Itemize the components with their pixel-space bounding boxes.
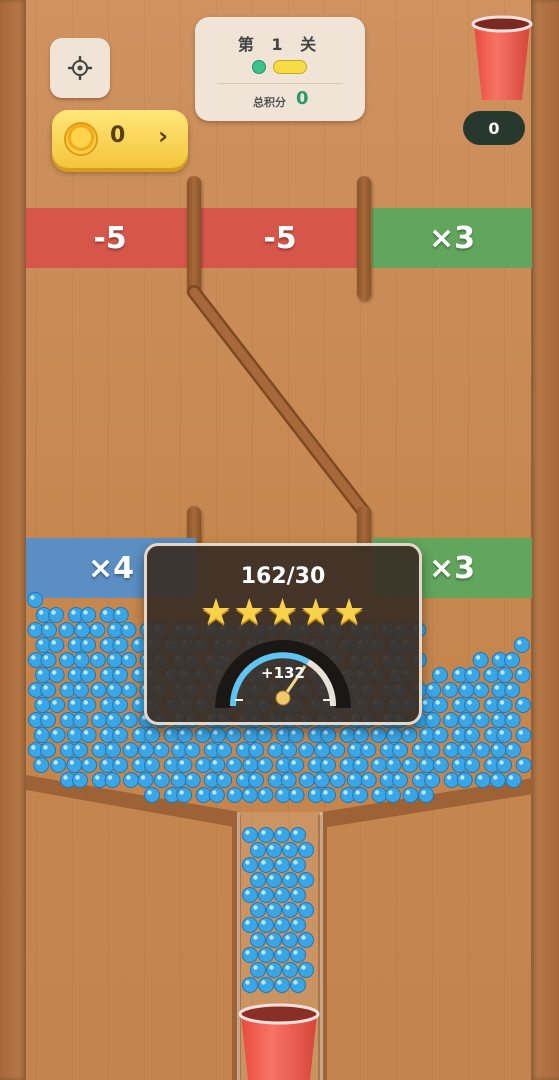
collector-cup[interactable] (238, 1000, 320, 1080)
gauge-value: +132 (261, 664, 305, 682)
popup-score: 162/30 (240, 564, 326, 589)
score-popup: 162/30 ★★★★★ +132 (144, 543, 422, 725)
